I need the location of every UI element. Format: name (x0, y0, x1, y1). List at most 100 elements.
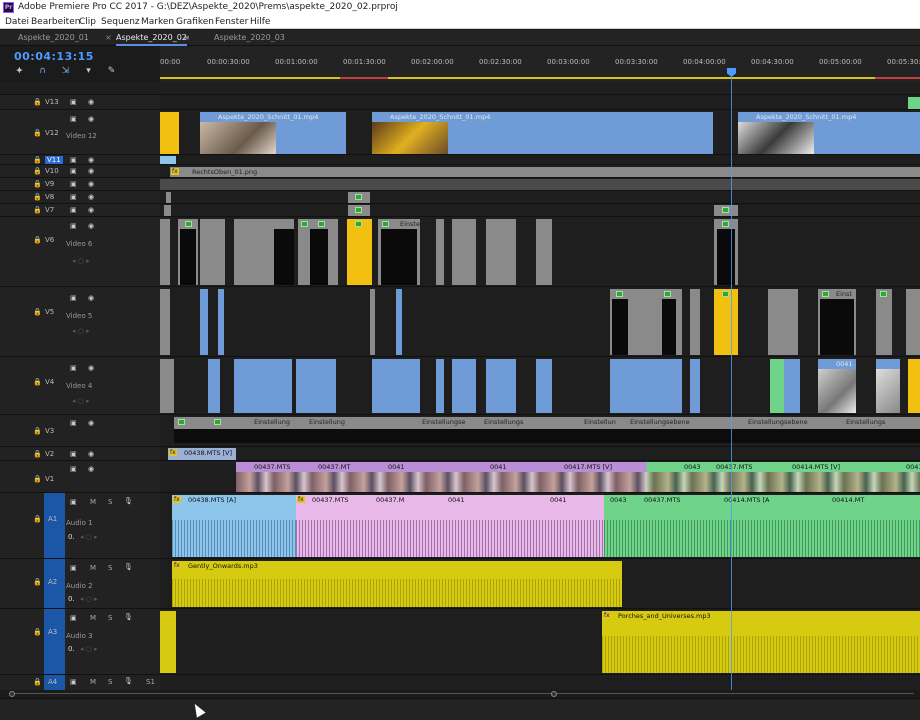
toggle-sync-icon[interactable]: ▣ (70, 193, 77, 201)
track-v9[interactable] (160, 177, 920, 190)
track-name-v12[interactable]: V12 (45, 129, 59, 137)
clip[interactable] (298, 219, 338, 285)
linked-selection-icon[interactable]: ⇲ (60, 66, 71, 76)
menu-fenster[interactable]: Fenster (215, 15, 248, 29)
clip[interactable] (486, 219, 516, 285)
track-a2[interactable]: fx Gently_Onwards.mp3 (160, 558, 920, 608)
clip[interactable] (347, 219, 372, 285)
clip[interactable] (160, 112, 179, 154)
toggle-sync-icon[interactable]: ▣ (70, 564, 77, 572)
clip[interactable] (200, 289, 208, 355)
track-name-v1[interactable]: V1 (45, 475, 54, 483)
track-name-v4[interactable]: V4 (45, 378, 54, 386)
clip[interactable] (876, 359, 900, 413)
track-header-v11[interactable]: 🔒 V11 ▣ ◉ (0, 154, 160, 164)
lock-icon[interactable]: 🔒 (33, 378, 42, 386)
timeline-tracks[interactable]: Aspekte_2020_Schnitt_01.mp4 Aspekte_2020… (160, 82, 920, 694)
clip[interactable] (610, 289, 682, 355)
clip-einstellungsebene-strip[interactable]: Einstellung Einstellung Einstellungse Ei… (174, 417, 920, 429)
clip[interactable] (234, 359, 292, 413)
clip[interactable] (348, 205, 370, 216)
toggle-sync-icon[interactable]: ▣ (70, 222, 77, 230)
track-header-v10[interactable]: 🔒 V10 ▣ ◉ (0, 164, 160, 177)
eye-icon[interactable]: ◉ (88, 450, 94, 458)
track-v13[interactable] (160, 94, 920, 109)
clip[interactable] (452, 359, 476, 413)
toggle-sync-icon[interactable]: ▣ (70, 450, 77, 458)
lock-icon[interactable]: 🔒 (33, 308, 42, 316)
clip-00438[interactable]: fx 00438.MTS [V] (168, 448, 236, 460)
clip[interactable] (200, 219, 225, 285)
track-name-v13[interactable]: V13 (45, 98, 59, 106)
clip-schnitt-01[interactable]: Aspekte_2020_Schnitt_01.mp4 (372, 112, 713, 154)
eye-icon[interactable]: ◉ (88, 115, 94, 123)
nest-toggle-icon[interactable]: ⯌ (14, 66, 25, 76)
scroll-track[interactable] (14, 693, 914, 694)
timeline-horizontal-scrollbar[interactable] (0, 690, 920, 698)
eye-icon[interactable]: ◉ (88, 98, 94, 106)
mute-button[interactable]: M (90, 498, 96, 506)
toggle-sync-icon[interactable]: ▣ (70, 294, 77, 302)
track-header-v2[interactable]: 🔒 V2 ▣ ◉ (0, 446, 160, 460)
track-header-v7[interactable]: 🔒 V7 ▣ ◉ (0, 203, 160, 216)
clip-porches-and-universes[interactable]: fx Porches_and_Universes.mp3 (602, 611, 920, 673)
zoom-handle-right[interactable] (551, 691, 557, 697)
toggle-sync-icon[interactable]: ▣ (70, 678, 77, 686)
clip[interactable] (164, 205, 171, 216)
clip[interactable] (876, 289, 892, 355)
lock-icon[interactable]: 🔒 (33, 236, 42, 244)
track-header-v1[interactable]: ▣ ◉ 🔒 V1 (0, 460, 160, 492)
clip[interactable] (452, 219, 476, 285)
track-header-v3[interactable]: ▣ ◉ 🔒 V3 (0, 414, 160, 446)
clip[interactable] (296, 359, 336, 413)
track-header-v9[interactable]: 🔒 V9 ▣ ◉ (0, 177, 160, 190)
lock-icon[interactable]: 🔒 (33, 129, 42, 137)
clip-rechtsoben[interactable]: fx RechtsOben_01.png (170, 167, 920, 177)
lock-icon[interactable]: 🔒 (33, 427, 42, 435)
lock-icon[interactable]: 🔒 (33, 206, 42, 214)
clip[interactable] (166, 192, 171, 203)
clip[interactable] (160, 219, 170, 285)
tab-aspekte-2020-02[interactable]: Aspekte_2020_02 (116, 30, 187, 46)
clip[interactable] (536, 219, 552, 285)
clip[interactable] (768, 289, 798, 355)
clip[interactable] (160, 611, 176, 673)
track-name-v11[interactable]: V11 (45, 156, 63, 164)
track-header-v12[interactable]: ▣ ◉ 🔒 V12 Video 12 (0, 109, 160, 154)
toggle-sync-icon[interactable]: ▣ (70, 167, 77, 175)
eye-icon[interactable]: ◉ (88, 465, 94, 473)
clip[interactable] (208, 359, 220, 413)
clip[interactable] (234, 219, 294, 285)
mute-button[interactable]: M (90, 678, 96, 686)
clip-v1-strip[interactable]: 00437.MTS 00437.MT 0041 0041 00417.MTS [… (236, 462, 920, 492)
track-name-v5[interactable]: V5 (45, 308, 54, 316)
track-header-a3[interactable]: 🔒 A3 ▣ M S 🎙 Audio 3 0. ◂ ○ ▸ (0, 608, 160, 675)
menu-clip[interactable]: Clip (79, 15, 96, 29)
lock-icon[interactable]: 🔒 (33, 156, 42, 164)
eye-icon[interactable]: ◉ (88, 193, 94, 201)
clip[interactable] (160, 359, 174, 413)
track-header-v5[interactable]: ▣ ◉ 🔒 V5 Video 5 ◂ ○ ▸ (0, 286, 160, 356)
menu-bearbeiten[interactable]: Bearbeiten (31, 15, 80, 29)
track-name-a3[interactable]: A3 (48, 628, 57, 636)
playhead-line[interactable] (731, 70, 732, 690)
clip-v4[interactable]: 0041 (818, 359, 856, 413)
clip[interactable] (160, 179, 920, 190)
solo-button[interactable]: S (108, 498, 112, 506)
track-v7[interactable] (160, 203, 920, 216)
track-name-v6[interactable]: V6 (45, 236, 54, 244)
close-tab-icon[interactable]: × (105, 30, 112, 46)
eye-icon[interactable]: ◉ (88, 167, 94, 175)
track-header-v13[interactable]: 🔒 V13 ▣ ◉ (0, 94, 160, 109)
zoom-handle-left[interactable] (9, 691, 15, 697)
clip[interactable] (784, 359, 800, 413)
keyframe-nav-icon[interactable]: ◂ ○ ▸ (80, 533, 98, 541)
track-header-a1[interactable]: 🔒 A1 ▣ M S 🎙 Audio 1 0. ◂ ○ ▸ (0, 492, 160, 559)
clip[interactable] (908, 359, 920, 413)
clip[interactable] (174, 429, 920, 443)
tab-aspekte-2020-01[interactable]: Aspekte_2020_01 (18, 30, 89, 46)
eye-icon[interactable]: ◉ (88, 294, 94, 302)
mic-icon[interactable]: 🎙 (124, 563, 133, 571)
clip-einst[interactable]: Einst (818, 289, 856, 355)
mute-button[interactable]: M (90, 564, 96, 572)
